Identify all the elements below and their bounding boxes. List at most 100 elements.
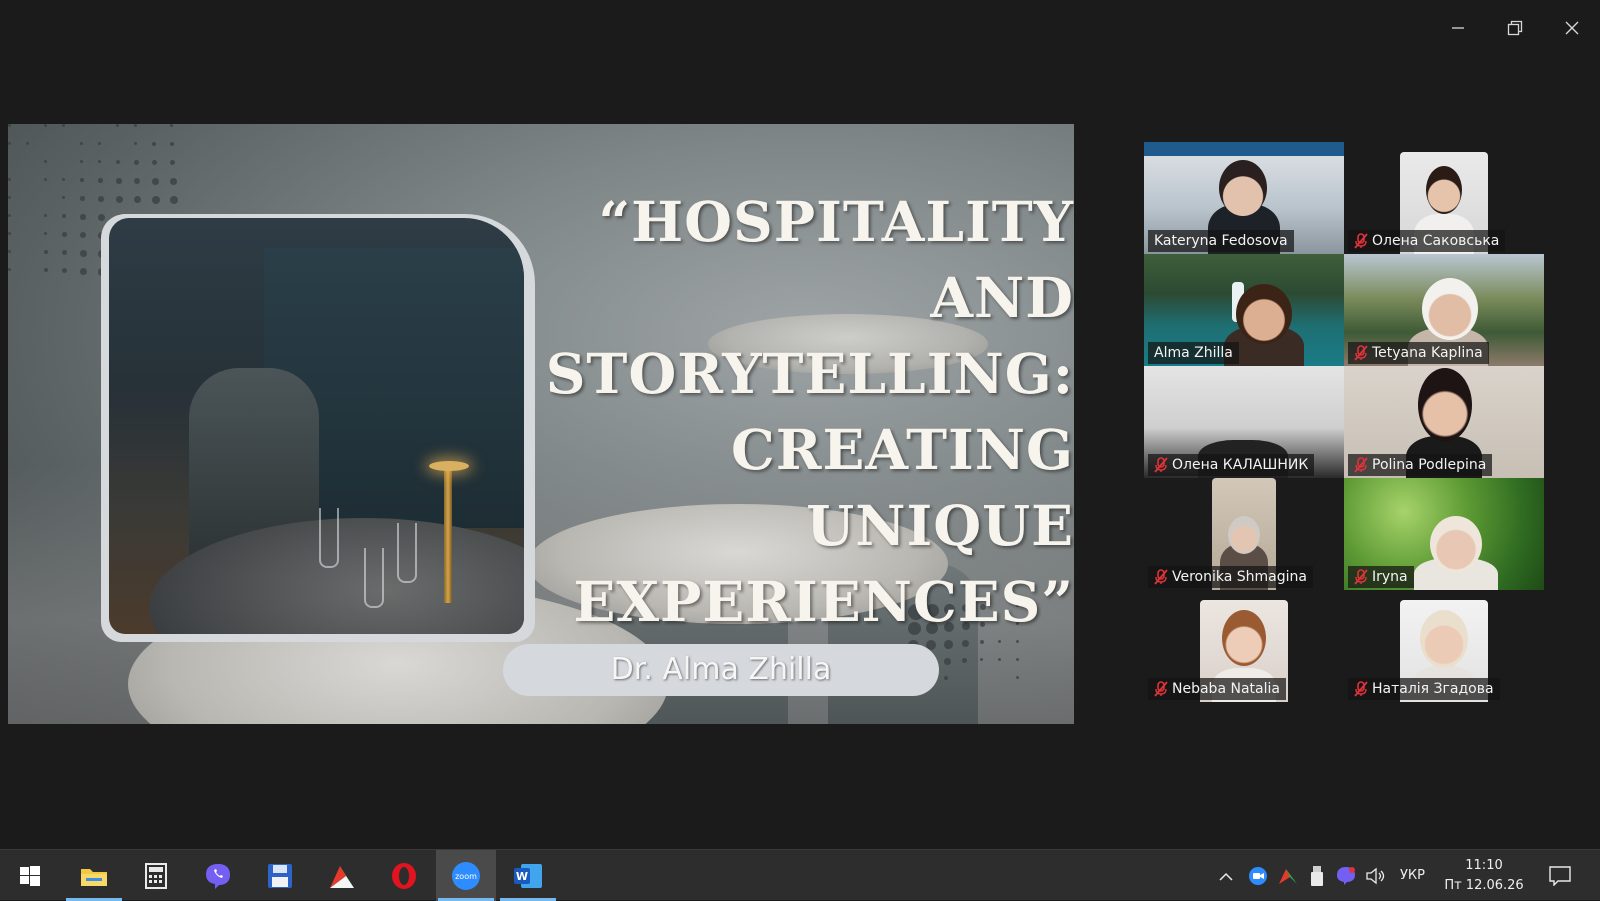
app-button[interactable] [312,850,372,901]
decorative-dot [62,196,65,199]
show-hidden-icons-button[interactable] [1212,850,1240,901]
slide-title-line: CREATING [514,412,1074,488]
tray-zoom-button[interactable] [1244,850,1272,901]
slide-title: “HOSPITALITY AND STORYTELLING: CREATING … [514,184,1074,640]
decorative-dot [80,178,84,182]
taskbar-clock[interactable]: 11:10 Пт 12.06.26 [1441,856,1527,896]
zoom-button[interactable]: zoom [436,850,496,901]
word-button[interactable]: W [498,850,558,901]
participant-tile[interactable]: Олена Саковська [1344,142,1544,254]
restore-button[interactable] [1486,0,1543,56]
tray-viber-button[interactable] [1332,850,1360,901]
participant-tile[interactable]: Наталія Згадова [1344,590,1544,702]
participant-head [1228,516,1260,554]
decorative-dot [1016,658,1019,661]
start-button[interactable] [0,850,60,901]
muted-mic-icon [1354,569,1368,585]
participant-tile[interactable]: Iryna [1344,478,1544,590]
slide-title-line: EXPERIENCES” [514,564,1074,640]
opera-button[interactable] [374,850,434,901]
close-icon [1565,21,1579,35]
decorative-dot [44,232,47,235]
tray-usb-button[interactable] [1304,850,1330,901]
decorative-dot [44,214,47,217]
word-icon: W [513,863,543,889]
participant-name: Олена КАЛАШНИК [1172,454,1308,476]
participant-tile[interactable]: Олена КАЛАШНИК [1144,366,1344,478]
usb-drive-icon [1311,865,1323,887]
decorative-dot [80,196,85,201]
participant-name: Наталія Згадова [1372,678,1494,700]
participant-tile[interactable]: Polina Podlepina [1344,366,1544,478]
decorative-dot [8,196,11,199]
participant-head [1426,166,1462,214]
participant-name-tag: Veronika Shmagina [1148,566,1313,588]
minimize-button[interactable] [1429,0,1486,56]
app-tray-icon [1278,867,1298,885]
photo-lamp-top [429,461,469,471]
zoom-meeting-window: “HOSPITALITY AND STORYTELLING: CREATING … [0,0,1600,849]
participant-tile[interactable]: Veronika Shmagina [1144,478,1344,590]
decorative-dot [8,268,11,271]
decorative-dot [98,214,105,221]
windows-taskbar: zoom W УКР 11:10 Пт 12.06.26 [0,849,1600,900]
decorative-dot [80,214,86,220]
decorative-dot [8,178,11,181]
viber-button[interactable] [188,850,248,901]
input-language-indicator[interactable]: УКР [1400,850,1425,901]
decorative-dot [80,250,87,257]
file-explorer-icon [80,865,108,887]
decorative-dot [962,640,969,647]
participant-name-tag: Polina Podlepina [1348,454,1492,476]
decorative-dot [8,214,11,217]
opera-icon [390,862,418,890]
window-controls [1429,0,1600,56]
muted-mic-icon [1354,345,1368,361]
tray-app-button[interactable] [1274,850,1302,901]
close-button[interactable] [1543,0,1600,56]
decorative-dot [134,196,141,203]
participant-tile-active-speaker[interactable]: Alma Zhilla [1144,254,1344,366]
zoom-icon-label: zoom [455,872,477,881]
decorative-dot [98,160,101,163]
clock-time: 11:10 [1441,856,1527,876]
clock-date: Пт 12.06.26 [1441,876,1527,896]
decorative-dot [116,124,119,127]
decorative-dot [134,178,140,184]
decorative-dot [80,232,86,238]
decorative-dot [962,658,967,663]
participant-head [1219,160,1267,216]
muted-mic-icon [1154,569,1168,585]
participant-head [1422,278,1478,340]
decorative-dot [98,196,104,202]
decorative-dot [1016,640,1019,643]
decorative-dot [152,142,156,146]
decorative-dot [44,268,48,272]
decorative-dot [8,124,11,127]
participant-name-tag: Олена КАЛАШНИК [1148,454,1314,476]
participant-name-tag: Наталія Згадова [1348,678,1500,700]
slide-title-line: UNIQUE [514,488,1074,564]
decorative-dot [170,196,178,204]
action-center-button[interactable] [1544,850,1576,901]
decorative-dot [152,196,160,204]
participant-head [1430,516,1482,572]
save-app-button[interactable] [250,850,310,901]
decorative-dot [62,214,66,218]
decorative-dot [98,142,101,145]
decorative-dot [8,142,11,145]
participant-name: Tetyana Kaplina [1372,342,1483,364]
participant-tile[interactable]: Nebaba Natalia [1144,590,1344,702]
calculator-button[interactable] [126,850,186,901]
tray-volume-button[interactable] [1362,850,1390,901]
floppy-save-icon [267,863,293,889]
decorative-dot [62,232,67,237]
restore-icon [1507,20,1523,36]
muted-mic-icon [1354,457,1368,473]
notification-icon [1549,866,1571,886]
participant-tile[interactable]: Tetyana Kaplina [1344,254,1544,366]
participant-tile[interactable]: Kateryna Fedosova [1144,142,1344,254]
file-explorer-button[interactable] [64,850,124,901]
decorative-dot [44,160,47,163]
decorative-dot [44,124,47,127]
